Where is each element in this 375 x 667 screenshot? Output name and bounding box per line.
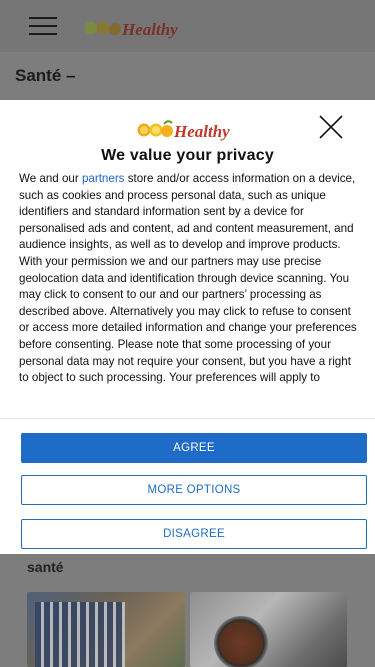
close-icon[interactable] bbox=[316, 112, 346, 142]
consent-logo: Healthy bbox=[137, 120, 230, 141]
partners-link[interactable]: partners bbox=[82, 172, 125, 185]
page-title: Santé – bbox=[15, 66, 76, 85]
agree-button[interactable]: AGREE bbox=[21, 433, 367, 463]
section-label: santé bbox=[27, 559, 64, 575]
article-card-image[interactable] bbox=[190, 592, 347, 667]
consent-body-text: We and our partners store and/or access … bbox=[19, 171, 359, 403]
disagree-button[interactable]: DISAGREE bbox=[21, 519, 367, 549]
divider bbox=[0, 418, 375, 419]
more-options-button[interactable]: MORE OPTIONS bbox=[21, 475, 367, 505]
site-logo[interactable]: Healthy bbox=[84, 13, 188, 43]
svg-text:Healthy: Healthy bbox=[173, 122, 230, 141]
consent-heading: We value your privacy bbox=[101, 147, 274, 164]
privacy-consent-dialog: Healthy We value your privacy We and our… bbox=[0, 100, 375, 554]
top-bar: Healthy bbox=[0, 0, 375, 52]
svg-text:Healthy: Healthy bbox=[121, 20, 178, 39]
hamburger-menu-icon[interactable] bbox=[29, 17, 57, 37]
article-card-image[interactable] bbox=[27, 592, 185, 667]
